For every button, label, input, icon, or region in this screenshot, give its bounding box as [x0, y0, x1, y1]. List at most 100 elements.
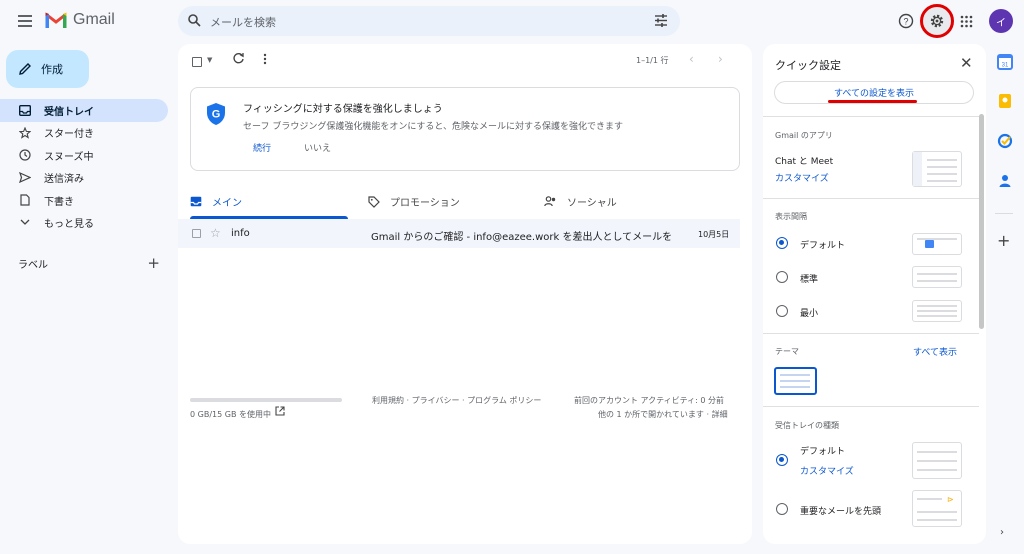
inbox-icon: [18, 104, 32, 116]
select-all-checkbox[interactable]: [192, 57, 202, 67]
next-page-button[interactable]: ›: [718, 52, 723, 66]
theme-thumbnail[interactable]: [774, 367, 817, 395]
mail-list-panel: ▼ 1–1/1 行 ‹ › G フィッシングに対する保護を強化しましょう セーフ…: [178, 44, 752, 544]
inbox-icon: [190, 196, 202, 207]
sidebar-item-label: もっと見る: [44, 219, 94, 231]
sidebar-item-label: スター付き: [44, 129, 94, 141]
inbox-default-radio[interactable]: [776, 454, 788, 466]
account-avatar[interactable]: イ: [989, 9, 1013, 33]
email-subject: Gmail からのご確認 - info@eazee.work を差出人としてメー…: [371, 232, 671, 243]
pagination-text: 1–1/1 行: [636, 56, 669, 65]
footer-links[interactable]: 利用規約 · プライバシー · プログラム ポリシー: [372, 395, 541, 406]
theme-heading: テーマ: [775, 347, 799, 356]
search-icon[interactable]: [188, 14, 201, 27]
density-comfortable-label: 標準: [800, 275, 819, 285]
banner-title: フィッシングに対する保護を強化しましょう: [243, 104, 443, 115]
inbox-customize-link[interactable]: カスタマイズ: [800, 464, 854, 477]
storage-bar: [190, 398, 342, 402]
density-default-label: デフォルト: [800, 241, 846, 251]
help-icon[interactable]: ?: [898, 13, 914, 29]
main-menu-icon[interactable]: [18, 15, 32, 27]
divider: [763, 198, 979, 199]
tab-label: プロモーション: [390, 198, 460, 209]
shield-icon: G: [207, 103, 225, 125]
chat-meet-label: Chat と Meet: [775, 157, 834, 167]
banner-continue-button[interactable]: 続行: [253, 141, 271, 154]
quick-settings-title: クイック設定: [775, 59, 841, 72]
sidebar-item-label: スヌーズ中: [44, 151, 94, 163]
tab-promotions[interactable]: プロモーション: [368, 184, 460, 219]
inbox-default-label: デフォルト: [800, 447, 846, 457]
sidebar-item-label: 下書き: [44, 196, 74, 208]
inbox-important-label: 重要なメールを先頭: [800, 507, 882, 517]
svg-text:31: 31: [1002, 63, 1009, 69]
sidebar-item-more[interactable]: もっと見る: [0, 212, 168, 235]
banner-no-button[interactable]: いいえ: [304, 141, 331, 154]
apps-grid-icon[interactable]: [960, 15, 973, 28]
compose-button[interactable]: 作成: [6, 50, 89, 88]
draft-icon: [18, 194, 32, 206]
calendar-icon[interactable]: 31: [997, 54, 1013, 70]
keep-icon[interactable]: [997, 93, 1013, 109]
storage-usage: 0 GB/15 GB を使用中: [190, 410, 271, 419]
inbox-type-heading: 受信トレイの種類: [775, 421, 839, 430]
email-date: 10月5日: [698, 230, 730, 239]
search-bar[interactable]: メールを検索: [178, 6, 680, 36]
email-checkbox[interactable]: [192, 229, 201, 238]
select-dropdown-icon[interactable]: ▼: [207, 56, 212, 64]
add-label-button[interactable]: +: [147, 254, 160, 272]
search-options-icon[interactable]: [654, 14, 668, 27]
tab-label: メイン: [212, 198, 242, 209]
theme-see-all-link[interactable]: すべて表示: [913, 345, 957, 358]
email-sender: info: [231, 228, 250, 239]
refresh-icon[interactable]: [232, 52, 245, 65]
account-activity-details[interactable]: 他の 1 か所で開かれています · 詳細: [598, 409, 728, 420]
divider: [763, 333, 979, 334]
star-icon[interactable]: ☆: [210, 226, 221, 240]
sidebar-item-sent[interactable]: 送信済み: [0, 167, 168, 190]
tasks-icon[interactable]: [997, 133, 1013, 149]
rail-divider: [995, 213, 1013, 214]
tab-label: ソーシャル: [567, 198, 617, 209]
labels-section: ラベル +: [18, 254, 160, 272]
open-external-icon[interactable]: [275, 406, 285, 416]
sidebar-item-inbox[interactable]: 受信トレイ: [0, 99, 168, 122]
gear-icon: [930, 14, 944, 28]
chevron-down-icon: [18, 219, 32, 226]
banner-description: セーフ ブラウジング保護強化機能をオンにすると、危険なメールに対する保護を強化で…: [243, 122, 624, 132]
density-comfortable-radio[interactable]: [776, 271, 788, 283]
inbox-important-radio[interactable]: [776, 503, 788, 515]
prev-page-button[interactable]: ‹: [689, 52, 694, 66]
sidebar-item-snoozed[interactable]: スヌーズ中: [0, 144, 168, 167]
svg-text:?: ?: [903, 17, 908, 27]
density-default-radio[interactable]: [776, 237, 788, 249]
chat-meet-preview: [912, 151, 962, 187]
phishing-banner: G フィッシングに対する保護を強化しましょう セーフ ブラウジング保護強化機能を…: [190, 87, 740, 171]
density-default-preview: [912, 233, 962, 255]
sidebar-item-label: 送信済み: [44, 174, 84, 186]
email-row[interactable]: ☆ info Gmail からのご確認 - info@eazee.work を差…: [178, 219, 740, 248]
close-icon[interactable]: ✕: [960, 54, 973, 72]
more-vert-icon[interactable]: [263, 53, 267, 65]
add-addon-button[interactable]: +: [997, 231, 1010, 250]
settings-button[interactable]: [920, 4, 954, 38]
quick-settings-scrollbar[interactable]: [979, 114, 984, 329]
gmail-logo[interactable]: Gmail: [45, 11, 115, 29]
tab-primary[interactable]: メイン: [190, 184, 348, 219]
clock-icon: [18, 149, 32, 161]
search-input[interactable]: メールを検索: [210, 14, 276, 30]
contacts-icon[interactable]: [997, 173, 1013, 189]
highlight-underline: [828, 100, 917, 103]
app-name: Gmail: [73, 11, 115, 28]
divider: [763, 116, 979, 117]
star-icon: [18, 126, 32, 139]
chevron-right-icon[interactable]: ›: [1000, 527, 1004, 538]
density-comfortable-preview: [912, 266, 962, 288]
sidebar-item-starred[interactable]: スター付き: [0, 122, 168, 145]
density-compact-radio[interactable]: [776, 305, 788, 317]
top-bar: Gmail メールを検索 ? イ: [0, 0, 1024, 44]
apps-customize-link[interactable]: カスタマイズ: [775, 171, 829, 184]
sidebar-item-drafts[interactable]: 下書き: [0, 189, 168, 212]
svg-text:G: G: [212, 109, 221, 121]
tab-social[interactable]: ソーシャル: [544, 184, 617, 219]
